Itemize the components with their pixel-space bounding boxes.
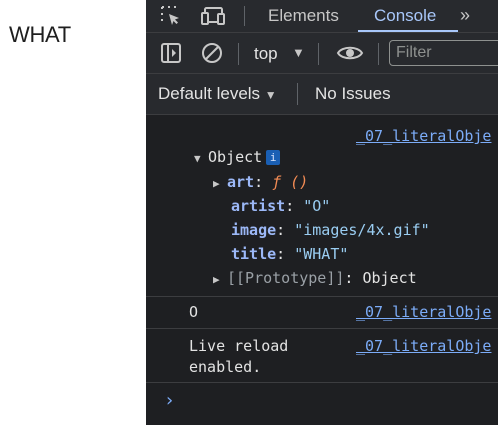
- toolbar-divider: [244, 6, 245, 26]
- chevron-double-right-icon[interactable]: »: [460, 5, 470, 26]
- dropdown-arrow-icon: ▼: [264, 88, 277, 102]
- filter-input[interactable]: Filter: [389, 40, 498, 66]
- property-value: "images/4x.gif": [294, 221, 430, 239]
- property-key: art: [227, 173, 255, 191]
- toolbar-divider: [378, 43, 379, 65]
- info-icon[interactable]: i: [266, 150, 281, 165]
- dropdown-arrow-icon[interactable]: ▼: [292, 45, 305, 60]
- eye-icon[interactable]: [336, 43, 364, 68]
- property-key: artist: [231, 197, 286, 215]
- console-prompt[interactable]: ›: [164, 390, 175, 411]
- console-message: enabled.: [189, 358, 262, 376]
- page-body-text: WHAT: [9, 22, 71, 47]
- levels-toolbar: Default levels ▼ No Issues: [146, 74, 498, 115]
- prototype-value: Object: [362, 269, 417, 287]
- object-property: title: "WHAT": [231, 245, 349, 263]
- default-levels-dropdown[interactable]: Default levels ▼: [158, 84, 277, 104]
- object-property[interactable]: ▶ art: ƒ (): [213, 173, 308, 191]
- property-value: "WHAT": [294, 245, 349, 263]
- prototype-key: [[Prototype]]: [227, 269, 345, 287]
- active-tab-indicator: [358, 30, 458, 32]
- clear-console-icon[interactable]: [201, 42, 223, 69]
- message-divider: [146, 296, 498, 297]
- source-link[interactable]: _07_literalObje: [356, 337, 491, 355]
- collapsed-triangle-icon[interactable]: ▶: [213, 273, 227, 286]
- toolbar-divider: [238, 43, 239, 65]
- issues-button[interactable]: No Issues: [315, 84, 391, 104]
- message-divider: [146, 382, 498, 383]
- expanded-triangle-icon[interactable]: ▼: [194, 152, 208, 165]
- tab-console[interactable]: Console: [374, 6, 436, 26]
- default-levels-label: Default levels: [158, 84, 261, 103]
- object-property: image: "images/4x.gif": [231, 221, 430, 239]
- property-value: "O": [303, 197, 331, 215]
- object-property: artist: "O": [231, 197, 331, 215]
- property-value: ƒ (): [272, 173, 309, 191]
- console-message: O: [189, 303, 199, 321]
- device-toolbar-icon[interactable]: [200, 5, 226, 32]
- prototype-row[interactable]: ▶ [[Prototype]]: Object: [213, 269, 417, 287]
- console-message: Live reload: [189, 337, 289, 355]
- object-header[interactable]: ▼ Object i: [194, 148, 281, 166]
- source-link[interactable]: _07_literalObje: [356, 127, 491, 145]
- source-link[interactable]: _07_literalObje: [356, 303, 491, 321]
- toolbar-divider: [318, 43, 319, 65]
- object-label: Object: [208, 148, 263, 166]
- property-key: image: [231, 221, 277, 239]
- toolbar-divider: [297, 83, 298, 105]
- devtools-tab-bar: Elements Console »: [146, 0, 498, 33]
- devtools-panel: Elements Console » top ▼ Filter Default …: [146, 0, 498, 425]
- inspect-element-icon[interactable]: [160, 5, 182, 32]
- tab-elements[interactable]: Elements: [268, 6, 339, 26]
- property-key: title: [231, 245, 277, 263]
- collapsed-triangle-icon[interactable]: ▶: [213, 177, 227, 190]
- message-divider: [146, 328, 498, 329]
- context-selector[interactable]: top: [254, 44, 278, 64]
- filter-placeholder: Filter: [396, 44, 432, 61]
- sidebar-toggle-icon[interactable]: [160, 42, 182, 69]
